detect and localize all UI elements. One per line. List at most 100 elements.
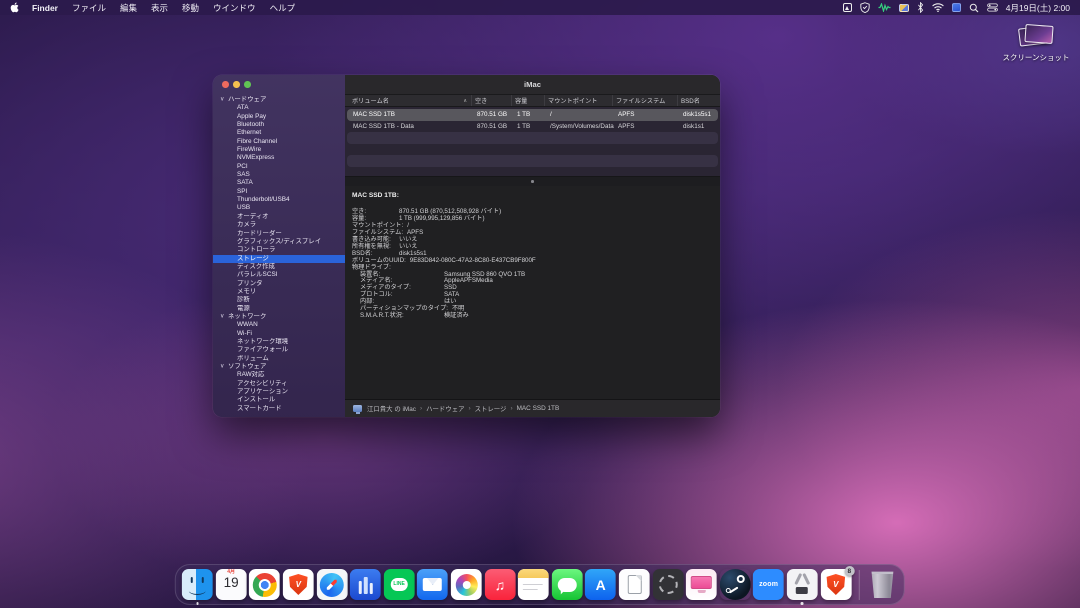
sidebar-item-Apple Pay[interactable]: Apple Pay: [213, 113, 345, 121]
table-row[interactable]: MAC SSD 1TB - Data870.51 GB1 TB/System/V…: [347, 121, 718, 133]
sidebar-item-カードリーダー[interactable]: カードリーダー: [213, 230, 345, 238]
sidebar-item-インストール[interactable]: インストール: [213, 396, 345, 404]
table-row[interactable]: MAC SSD 1TB870.51 GB1 TB/APFSdisk1s5s1: [347, 109, 718, 121]
sidebar-group-ソフトウェア[interactable]: ∨ソフトウェア: [213, 363, 345, 371]
sidebar-item-WWAN[interactable]: WWAN: [213, 321, 345, 329]
waveform-icon[interactable]: [878, 2, 891, 13]
bluetooth-icon[interactable]: [917, 2, 924, 13]
sidebar-item-USB[interactable]: USB: [213, 204, 345, 212]
sidebar-item-Ethernet[interactable]: Ethernet: [213, 129, 345, 137]
dock-claw-icon[interactable]: [787, 569, 818, 600]
dock-steam-icon[interactable]: [720, 569, 751, 600]
sidebar-item-パラレルSCSI[interactable]: パラレルSCSI: [213, 271, 345, 279]
sidebar-item-コントローラ[interactable]: コントローラ: [213, 246, 345, 254]
menu-app-name[interactable]: Finder: [25, 3, 65, 13]
column-header-BSD名[interactable]: BSD名: [678, 95, 720, 106]
blue-app-icon[interactable]: [952, 2, 961, 13]
sidebar-item-電源[interactable]: 電源: [213, 305, 345, 313]
input-source-icon[interactable]: [843, 2, 852, 13]
zoom-button[interactable]: [244, 81, 251, 88]
dock-chrome-icon[interactable]: [249, 569, 280, 600]
dock-photos-icon[interactable]: [451, 569, 482, 600]
dock-zoom-icon[interactable]: zoom: [753, 569, 784, 600]
sidebar-item-ボリューム[interactable]: ボリューム: [213, 355, 345, 363]
menu-item-ファイル[interactable]: ファイル: [65, 2, 113, 14]
column-header-ボリューム名[interactable]: ボリューム名∧: [345, 95, 472, 106]
sidebar-item-Wi-Fi[interactable]: Wi-Fi: [213, 330, 345, 338]
screenshot-thumbnail-icon: [1019, 24, 1053, 48]
sidebar-item-Thunderbolt/USB4[interactable]: Thunderbolt/USB4: [213, 196, 345, 204]
dock-brave-beta-icon[interactable]: V8: [820, 569, 851, 600]
menu-item-移動[interactable]: 移動: [175, 2, 206, 14]
dock-document-icon[interactable]: [619, 569, 650, 600]
dock-app-store-icon[interactable]: A: [585, 569, 616, 600]
sidebar-item-SAS[interactable]: SAS: [213, 171, 345, 179]
menu-item-ヘルプ[interactable]: ヘルプ: [263, 2, 303, 14]
sidebar-item-ファイアウォール[interactable]: ファイアウォール: [213, 346, 345, 354]
dock-display-icon[interactable]: [686, 569, 717, 600]
sidebar-item-プリンタ[interactable]: プリンタ: [213, 280, 345, 288]
breadcrumb-item[interactable]: ストレージ: [475, 404, 507, 413]
window-title-bar[interactable]: iMac: [345, 75, 720, 95]
sidebar-item-カメラ[interactable]: カメラ: [213, 221, 345, 229]
sidebar-group-ハードウェア[interactable]: ∨ハードウェア: [213, 96, 345, 104]
breadcrumb-separator: ›: [419, 405, 423, 412]
sidebar-item-Bluetooth[interactable]: Bluetooth: [213, 121, 345, 129]
dock-finder-icon[interactable]: [182, 569, 213, 600]
dock-shutter-icon[interactable]: [652, 569, 683, 600]
sidebar-item-ATA[interactable]: ATA: [213, 104, 345, 112]
sidebar-item-アプリケーション[interactable]: アプリケーション: [213, 388, 345, 396]
sidebar-item-NVMExpress[interactable]: NVMExpress: [213, 154, 345, 162]
sidebar-item-オーディオ[interactable]: オーディオ: [213, 213, 345, 221]
pane-splitter[interactable]: [345, 176, 720, 186]
sidebar-item-Fibre Channel[interactable]: Fibre Channel: [213, 138, 345, 146]
menubar-clock[interactable]: 4月19日(土) 2:00: [1006, 2, 1070, 14]
control-center-icon[interactable]: [987, 2, 998, 13]
dock-calendar-icon[interactable]: 4月19: [216, 569, 247, 600]
spotlight-icon[interactable]: [969, 2, 979, 13]
sidebar-item-スマートカード[interactable]: スマートカード: [213, 405, 345, 413]
column-header-ファイルシステム[interactable]: ファイルシステム: [613, 95, 678, 106]
sidebar-list: ∨ハードウェアATAApple PayBluetoothEthernetFibr…: [213, 96, 345, 413]
dock-files-icon[interactable]: [350, 569, 381, 600]
sidebar-item-グラフィックス/ディスプレイ[interactable]: グラフィックス/ディスプレイ: [213, 238, 345, 246]
sidebar: ∨ハードウェアATAApple PayBluetoothEthernetFibr…: [213, 75, 345, 417]
sidebar-item-SATA[interactable]: SATA: [213, 179, 345, 187]
sidebar-item-PCI[interactable]: PCI: [213, 163, 345, 171]
sidebar-item-ネットワーク環境[interactable]: ネットワーク環境: [213, 338, 345, 346]
sidebar-item-RAW対応[interactable]: RAW対応: [213, 371, 345, 379]
close-button[interactable]: [222, 81, 229, 88]
dock-music-icon[interactable]: ♫: [484, 569, 515, 600]
breadcrumb-item[interactable]: ハードウェア: [426, 404, 464, 413]
sidebar-item-SPI[interactable]: SPI: [213, 188, 345, 196]
sidebar-item-ストレージ[interactable]: ストレージ: [213, 255, 345, 263]
desktop-screenshot-item[interactable]: スクリーンショット: [1000, 24, 1072, 63]
breadcrumb-item[interactable]: MAC SSD 1TB: [517, 405, 560, 412]
apple-menu-icon[interactable]: [10, 2, 19, 13]
menu-item-表示[interactable]: 表示: [144, 2, 175, 14]
sidebar-group-ネットワーク[interactable]: ∨ネットワーク: [213, 313, 345, 321]
sidebar-item-メモリ[interactable]: メモリ: [213, 288, 345, 296]
wifi-icon[interactable]: [932, 2, 944, 13]
dock-trash-icon[interactable]: [867, 569, 898, 600]
breadcrumb-item[interactable]: 江口貴大 の iMac: [367, 404, 416, 413]
column-header-空き[interactable]: 空き: [472, 95, 512, 106]
shield-icon[interactable]: [860, 2, 870, 13]
sidebar-item-診断[interactable]: 診断: [213, 296, 345, 304]
column-header-マウントポイント[interactable]: マウントポイント: [545, 95, 613, 106]
menu-items: ファイル編集表示移動ウインドウヘルプ: [65, 2, 302, 14]
dock-notes-icon[interactable]: [518, 569, 549, 600]
menu-item-ウインドウ[interactable]: ウインドウ: [206, 2, 263, 14]
sidebar-item-ディスク作成[interactable]: ディスク作成: [213, 263, 345, 271]
dock-safari-icon[interactable]: [316, 569, 347, 600]
column-header-容量[interactable]: 容量: [512, 95, 545, 106]
dock-brave-icon[interactable]: V: [283, 569, 314, 600]
screens-icon[interactable]: [899, 2, 909, 13]
menu-item-編集[interactable]: 編集: [113, 2, 144, 14]
dock-messages-icon[interactable]: [552, 569, 583, 600]
minimize-button[interactable]: [233, 81, 240, 88]
sidebar-item-アクセシビリティ[interactable]: アクセシビリティ: [213, 380, 345, 388]
dock-mail-icon[interactable]: [417, 569, 448, 600]
sidebar-item-FireWire[interactable]: FireWire: [213, 146, 345, 154]
dock-line-icon[interactable]: LINE: [384, 569, 415, 600]
